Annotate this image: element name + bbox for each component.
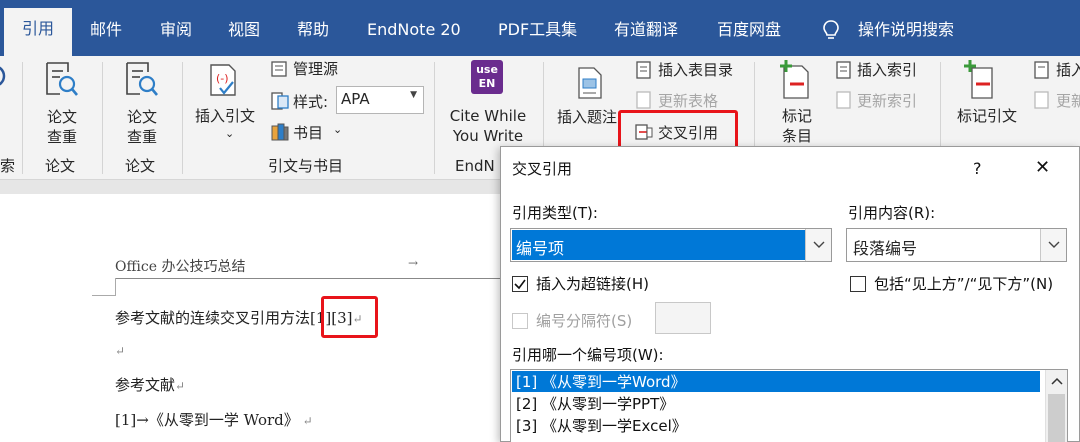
group-label-paper-2: 论文 — [125, 157, 156, 175]
list-item[interactable]: [2] 《从零到一学PPT》 — [516, 394, 674, 414]
tab-mailings[interactable]: 邮件 — [90, 16, 122, 44]
tab-endnote[interactable]: EndNote 20 — [367, 16, 461, 44]
body-line-1-text: 参考文献的连续交叉引用方法 — [115, 309, 311, 327]
style-value: APA — [341, 90, 370, 108]
reference-type-value: 编号项 — [516, 239, 565, 258]
insert-caption-button[interactable]: 插入题注 — [557, 107, 617, 127]
reference-1: [1]→《从零到一学 Word》 ↵ — [115, 411, 313, 429]
table-of-figures-icon — [636, 61, 651, 79]
reference-1-text: [1]→《从零到一学 Word》 — [115, 411, 299, 429]
scrollbar-thumb[interactable] — [1048, 394, 1065, 442]
reference-content-label: 引用内容(R): — [848, 204, 936, 222]
update-index-icon — [836, 91, 851, 109]
numbered-items-list[interactable]: [1] 《从零到一学Word》 [2] 《从零到一学PPT》 [3] 《从零到一… — [510, 369, 1068, 442]
style-icon — [271, 92, 289, 110]
mark-citation-icon — [964, 60, 993, 99]
separator-label: 编号分隔符(S) — [536, 312, 633, 330]
lightbulb-icon — [823, 20, 839, 39]
manage-sources-button[interactable]: 管理源 — [293, 59, 338, 79]
insert-toa-button[interactable]: 插入 — [1056, 60, 1080, 80]
tab-references[interactable]: 引用 — [4, 8, 72, 56]
update-table-icon — [636, 91, 651, 109]
group-label-paper-1: 论文 — [45, 157, 76, 175]
insert-hyperlink-checkbox[interactable] — [512, 276, 528, 292]
dialog-title: 交叉引用 — [512, 160, 573, 178]
separator-checkbox — [512, 313, 528, 329]
group-separator — [22, 62, 23, 174]
chevron-down-icon[interactable] — [805, 229, 831, 261]
which-item-label: 引用哪一个编号项(W): — [512, 346, 664, 364]
chevron-down-icon: ▼ — [410, 90, 417, 100]
references-heading: 参考文献↵ — [115, 376, 186, 394]
mark-entry-icon — [780, 60, 809, 99]
partial-icon — [0, 66, 6, 86]
insert-citation-button[interactable]: 插入引文 — [195, 106, 255, 126]
tell-me-search[interactable]: 操作说明搜索 — [858, 16, 954, 44]
cross-reference-dialog: 交叉引用 ? ✕ 引用类型(T): 编号项 引用内容(R): 段落编号 插入为超… — [500, 146, 1080, 442]
group-separator — [434, 62, 435, 174]
tab-review[interactable]: 审阅 — [160, 16, 192, 44]
group-label-endnote: EndN — [455, 157, 495, 175]
list-item[interactable]: [3] 《从零到一学Excel》 — [516, 416, 687, 436]
paper-check-icon — [46, 62, 78, 96]
insert-citation-icon: (-) — [210, 64, 236, 96]
insert-index-icon — [836, 61, 851, 79]
group-label-citations: 引文与书目 — [268, 157, 344, 175]
bibliography-button[interactable]: 书目 — [293, 123, 323, 143]
header-text: Office 办公技巧总结 — [115, 259, 246, 275]
reference-type-select[interactable]: 编号项 — [510, 228, 832, 262]
insert-hyperlink-label: 插入为超链接(H) — [536, 275, 649, 293]
citation-highlight — [321, 296, 378, 338]
update-toa-icon — [1034, 91, 1049, 109]
reference-type-label: 引用类型(T): — [512, 204, 598, 222]
list-scrollbar[interactable] — [1045, 370, 1067, 442]
insert-caption-icon — [578, 67, 602, 99]
chevron-down-icon[interactable]: ⌄ — [225, 124, 234, 144]
group-label-partial: 索 — [0, 157, 16, 175]
style-label: 样式: — [293, 93, 329, 111]
paper-check-icon — [126, 62, 158, 96]
paper-check-button-2[interactable]: 论文 查重 — [120, 107, 164, 147]
cite-while-you-write-button[interactable]: Cite While You Write — [443, 106, 533, 146]
paper-check-button-1[interactable]: 论文 查重 — [40, 107, 84, 147]
references-heading-text: 参考文献 — [115, 376, 176, 394]
tab-baidu-netdisk[interactable]: 百度网盘 — [717, 16, 781, 44]
update-index-button: 更新索引 — [857, 92, 918, 110]
mark-entry-button[interactable]: 标记 条目 — [775, 106, 819, 146]
style-dropdown[interactable]: APA ▼ — [336, 86, 424, 114]
bibliography-icon — [271, 123, 289, 141]
insert-index-button[interactable]: 插入索引 — [857, 60, 917, 80]
ribbon-tab-bar: 引用 邮件 审阅 视图 帮助 EndNote 20 PDF工具集 有道翻译 百度… — [0, 0, 1080, 56]
update-table-button: 更新表格 — [658, 92, 719, 110]
scroll-up-icon[interactable] — [1046, 370, 1068, 392]
insert-toa-icon — [1034, 61, 1049, 79]
paragraph-mark: ↵ — [115, 344, 126, 358]
chevron-down-icon[interactable]: ⌄ — [333, 120, 342, 140]
group-separator — [182, 62, 183, 174]
list-item[interactable]: [1] 《从零到一学Word》 — [516, 372, 686, 392]
update-toa-button: 更新 — [1056, 92, 1080, 110]
margin-corner-mark — [92, 278, 116, 296]
chevron-down-icon[interactable] — [1040, 229, 1066, 261]
manage-sources-icon — [271, 61, 287, 77]
insert-table-of-figures-button[interactable]: 插入表目录 — [658, 60, 733, 80]
header-rule — [115, 278, 500, 279]
endnote-icon: use EN — [471, 60, 503, 94]
close-button[interactable]: ✕ — [1035, 158, 1050, 178]
group-separator — [102, 62, 103, 174]
separator-input — [655, 302, 711, 334]
tab-help[interactable]: 帮助 — [297, 16, 329, 44]
tab-mark-arrow: → — [408, 256, 419, 270]
include-above-below-label: 包括“见上方”/“见下方”(N) — [874, 275, 1054, 293]
mark-citation-button[interactable]: 标记引文 — [957, 106, 1017, 126]
tab-pdf-tools[interactable]: PDF工具集 — [498, 16, 577, 44]
svg-text:(-): (-) — [216, 72, 229, 85]
include-above-below-checkbox[interactable] — [850, 276, 866, 292]
reference-content-select[interactable]: 段落编号 — [846, 228, 1067, 262]
reference-content-value: 段落编号 — [853, 239, 918, 258]
help-button[interactable]: ? — [973, 159, 982, 179]
tab-view[interactable]: 视图 — [228, 16, 260, 44]
tab-youdao-translate[interactable]: 有道翻译 — [614, 16, 678, 44]
